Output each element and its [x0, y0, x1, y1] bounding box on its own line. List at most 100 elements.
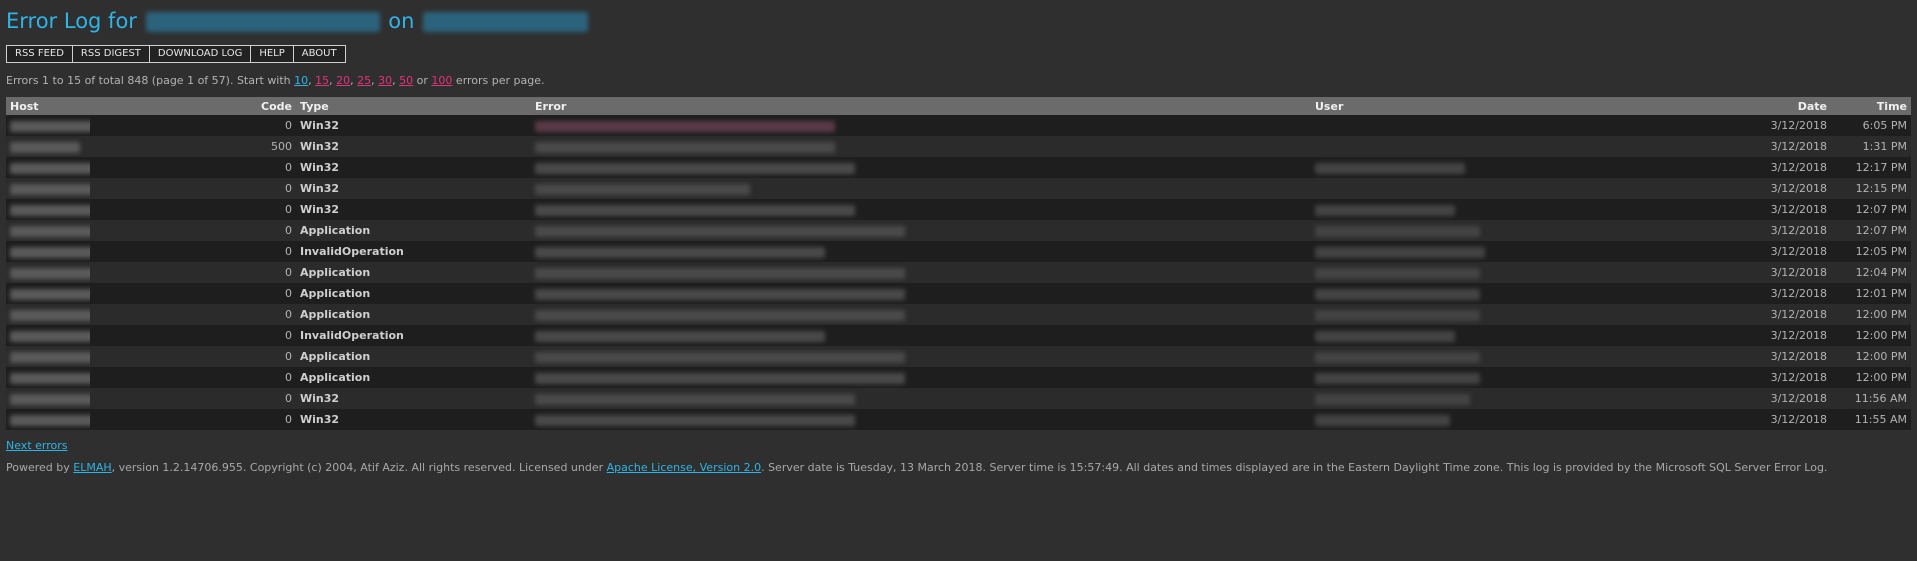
table-row[interactable]: 0 Win32 3/12/2018 6:05 PM: [6, 115, 1911, 136]
user-cell: [1311, 283, 1731, 304]
type-cell: Win32: [300, 413, 340, 426]
page-size-link-20[interactable]: 20: [336, 74, 350, 87]
error-cell[interactable]: [531, 136, 1311, 157]
user-cell: [1311, 325, 1731, 346]
page-size-link-30[interactable]: 30: [378, 74, 392, 87]
column-header-type: Type: [300, 99, 329, 113]
error-cell[interactable]: [531, 346, 1311, 367]
code-cell: 0: [285, 266, 292, 279]
error-cell[interactable]: [531, 157, 1311, 178]
license-link[interactable]: Apache License, Version 2.0: [607, 461, 761, 474]
error-cell[interactable]: [531, 325, 1311, 346]
column-header-time: Time: [1876, 99, 1907, 113]
table-row[interactable]: 0 Win32 3/12/2018 12:07 PM: [6, 199, 1911, 220]
time-cell: 12:07 PM: [1855, 203, 1907, 216]
user-cell: [1311, 262, 1731, 283]
type-cell: Win32: [300, 119, 340, 132]
date-cell: 3/12/2018: [1770, 413, 1827, 426]
page: Error Log for on RSS FEED RSS DIGEST DOW…: [0, 0, 1917, 475]
error-cell[interactable]: [531, 283, 1311, 304]
next-errors-link[interactable]: Next errors: [6, 439, 1911, 452]
rss-feed-button[interactable]: RSS FEED: [6, 45, 73, 63]
code-cell: 0: [285, 203, 292, 216]
error-cell[interactable]: [531, 199, 1311, 220]
type-cell: Win32: [300, 161, 340, 174]
time-cell: 11:55 AM: [1854, 413, 1907, 426]
date-cell: 3/12/2018: [1770, 161, 1827, 174]
type-cell: Application: [300, 287, 371, 300]
error-cell[interactable]: [531, 367, 1311, 388]
date-cell: 3/12/2018: [1770, 119, 1827, 132]
download-log-button[interactable]: DOWNLOAD LOG: [148, 45, 252, 63]
title-prefix: Error Log for: [6, 9, 137, 33]
about-button[interactable]: ABOUT: [292, 45, 346, 63]
error-cell[interactable]: [531, 220, 1311, 241]
error-cell[interactable]: [531, 178, 1311, 199]
table-row[interactable]: 0 Win32 3/12/2018 11:56 AM: [6, 388, 1911, 409]
page-size-link-100[interactable]: 100: [431, 74, 452, 87]
time-cell: 12:00 PM: [1855, 371, 1907, 384]
table-row[interactable]: 0 Win32 3/12/2018 12:15 PM: [6, 178, 1911, 199]
table-row[interactable]: 0 Application 3/12/2018 12:01 PM: [6, 283, 1911, 304]
application-name-redacted[interactable]: [145, 12, 380, 32]
user-cell: [1311, 409, 1731, 430]
host-cell: [6, 199, 90, 220]
error-cell[interactable]: [531, 115, 1311, 136]
page-summary: Errors 1 to 15 of total 848 (page 1 of 5…: [6, 74, 545, 87]
code-cell: 0: [285, 329, 292, 342]
table-row[interactable]: 0 Application 3/12/2018 12:04 PM: [6, 262, 1911, 283]
host-cell: [6, 346, 90, 367]
user-cell: [1311, 346, 1731, 367]
user-cell: [1311, 220, 1731, 241]
type-cell: Application: [300, 350, 371, 363]
error-cell[interactable]: [531, 241, 1311, 262]
column-header-code: Code: [261, 99, 292, 113]
time-cell: 12:00 PM: [1855, 329, 1907, 342]
code-cell: 0: [285, 287, 292, 300]
error-cell[interactable]: [531, 388, 1311, 409]
page-size-link-10[interactable]: 10: [294, 74, 308, 87]
footer-end: . Server date is Tuesday, 13 March 2018.…: [761, 461, 1828, 474]
help-button[interactable]: HELP: [250, 45, 294, 63]
page-size-link-50[interactable]: 50: [399, 74, 413, 87]
type-cell: Application: [300, 371, 371, 384]
date-cell: 3/12/2018: [1770, 350, 1827, 363]
host-cell: [6, 241, 90, 262]
date-cell: 3/12/2018: [1770, 140, 1827, 153]
host-cell: [6, 367, 90, 388]
table-row[interactable]: 500 Win32 3/12/2018 1:31 PM: [6, 136, 1911, 157]
user-cell: [1311, 115, 1731, 136]
table-row[interactable]: 0 InvalidOperation 3/12/2018 12:05 PM: [6, 241, 1911, 262]
type-cell: Application: [300, 224, 371, 237]
table-row[interactable]: 0 Application 3/12/2018 12:00 PM: [6, 304, 1911, 325]
rss-digest-button[interactable]: RSS DIGEST: [71, 45, 150, 63]
table-row[interactable]: 0 Win32 3/12/2018 12:17 PM: [6, 157, 1911, 178]
footer-middle: , version 1.2.14706.955. Copyright (c) 2…: [111, 461, 604, 474]
table-row[interactable]: 0 Application 3/12/2018 12:00 PM: [6, 367, 1911, 388]
error-cell[interactable]: [531, 262, 1311, 283]
table-row[interactable]: 0 Application 3/12/2018 12:00 PM: [6, 346, 1911, 367]
host-cell: [6, 283, 90, 304]
table-row[interactable]: 0 Application 3/12/2018 12:07 PM: [6, 220, 1911, 241]
date-cell: 3/12/2018: [1770, 287, 1827, 300]
page-size-link-15[interactable]: 15: [315, 74, 329, 87]
table-row[interactable]: 0 InvalidOperation 3/12/2018 12:00 PM: [6, 325, 1911, 346]
host-cell: [6, 220, 90, 241]
date-cell: 3/12/2018: [1770, 329, 1827, 342]
time-cell: 11:56 AM: [1854, 392, 1907, 405]
table-row[interactable]: 0 Win32 3/12/2018 11:55 AM: [6, 409, 1911, 430]
error-cell[interactable]: [531, 304, 1311, 325]
code-cell: 500: [271, 140, 292, 153]
page-size-link-25[interactable]: 25: [357, 74, 371, 87]
user-cell: [1311, 157, 1731, 178]
date-cell: 3/12/2018: [1770, 182, 1827, 195]
host-name-redacted[interactable]: [423, 12, 589, 32]
date-cell: 3/12/2018: [1770, 392, 1827, 405]
elmah-link[interactable]: ELMAH: [73, 461, 111, 474]
host-cell: [6, 178, 90, 199]
error-cell[interactable]: [531, 409, 1311, 430]
time-cell: 12:07 PM: [1855, 224, 1907, 237]
time-cell: 12:04 PM: [1855, 266, 1907, 279]
code-cell: 0: [285, 182, 292, 195]
user-cell: [1311, 136, 1731, 157]
